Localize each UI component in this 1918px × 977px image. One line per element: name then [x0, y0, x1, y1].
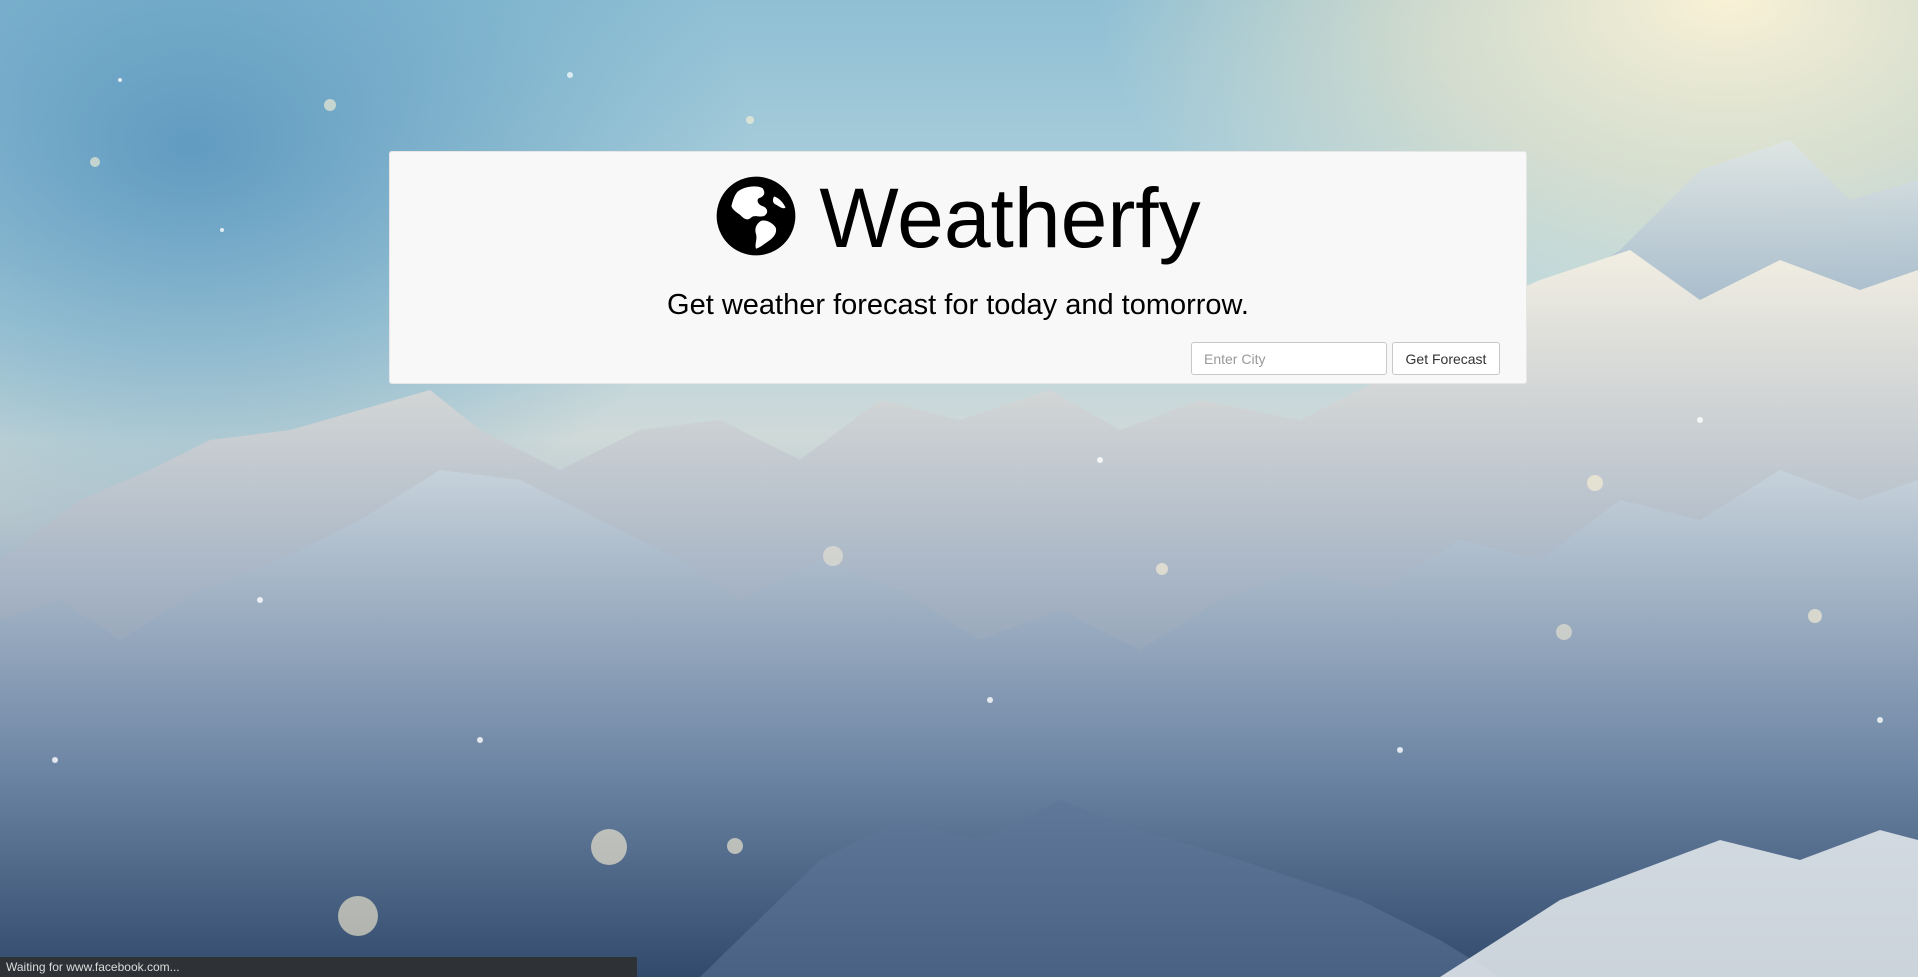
- city-search-input[interactable]: [1191, 342, 1387, 375]
- globe-icon: [716, 176, 796, 256]
- browser-status-bar: Waiting for www.facebook.com...: [0, 957, 637, 977]
- brand-header: Weatherfy: [390, 170, 1526, 262]
- hero-panel: Weatherfy Get weather forecast for today…: [389, 151, 1527, 384]
- app-subtitle: Get weather forecast for today and tomor…: [667, 289, 1249, 321]
- get-forecast-button[interactable]: Get Forecast: [1392, 342, 1500, 375]
- background-image: [0, 140, 1918, 977]
- app-title: Weatherfy: [819, 171, 1201, 265]
